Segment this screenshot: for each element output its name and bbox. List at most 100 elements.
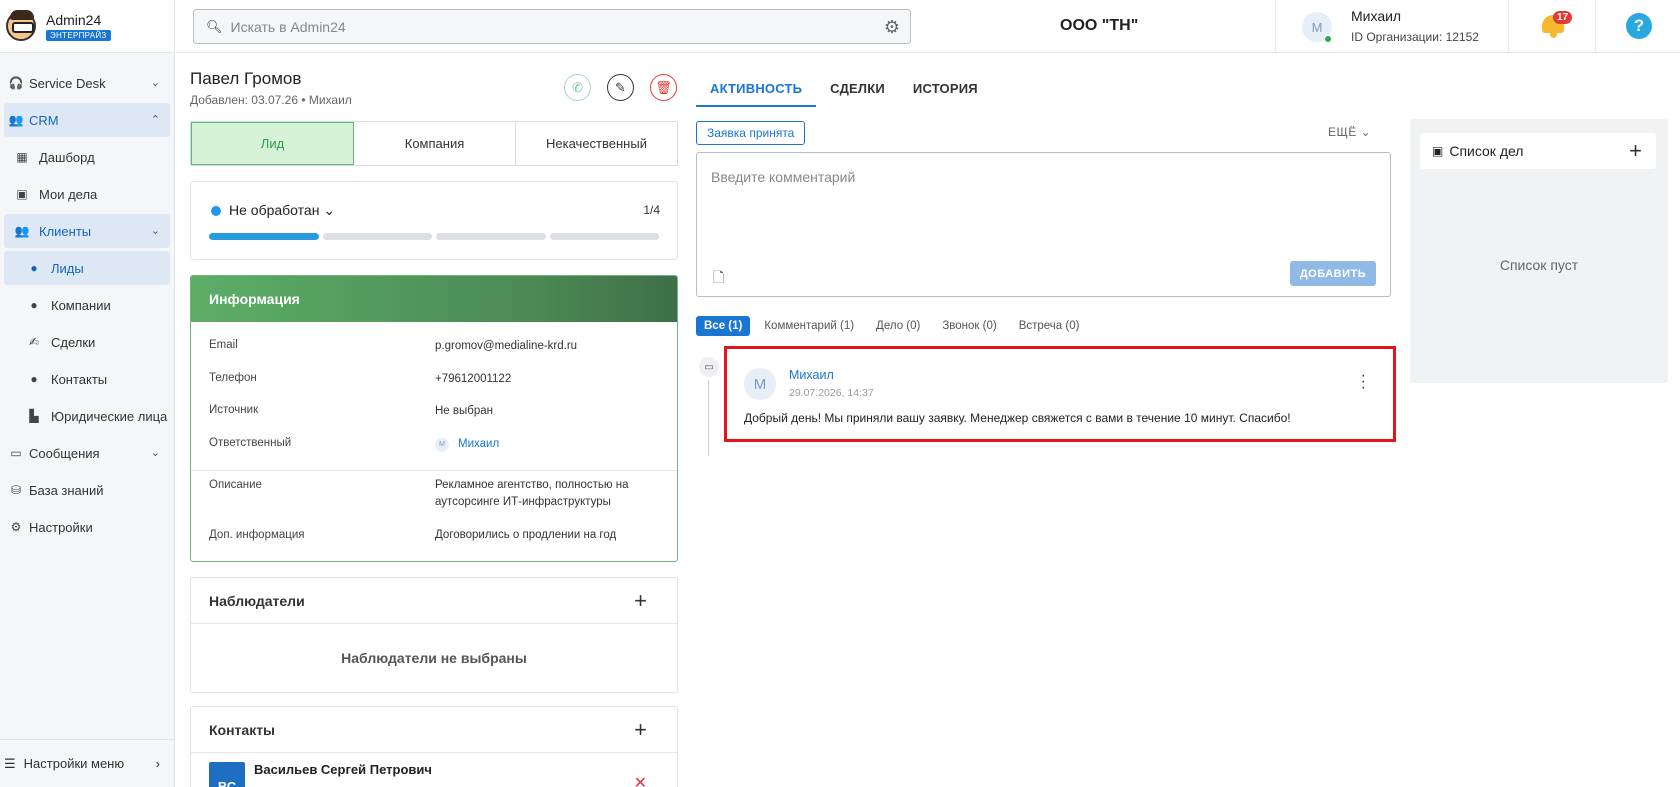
organization-name[interactable]: ООО "ТН" [1060, 17, 1138, 35]
sidebar-item-knowledge-base[interactable]: ⛁ База знаний [4, 473, 170, 507]
more-vertical-icon[interactable]: · · · [1361, 368, 1366, 396]
brand-name: Admin24 [46, 11, 102, 28]
phone-value[interactable]: +79612001122 [435, 371, 665, 388]
status-dropdown[interactable]: Не обработан ⌄ [229, 202, 335, 219]
pencil-icon: ✎ [615, 79, 626, 95]
sidebar-item-label: Мои дела [39, 186, 98, 202]
notifications-button[interactable]: 17 [1508, 0, 1595, 53]
remove-contact-icon[interactable]: ✕ [634, 773, 647, 787]
activity-timestamp: 29.07.2026, 14:37 [789, 387, 874, 399]
search-settings-gear-icon[interactable]: ⚙ [884, 17, 900, 38]
delete-button[interactable]: 🗑︎ [650, 74, 677, 101]
organization-id: ID Организации: 12152 [1351, 30, 1479, 44]
chevron-down-icon: ⌄ [150, 77, 160, 89]
headset-icon: 🎧 [8, 76, 24, 90]
sidebar-item-legal-entities[interactable]: ▙ Юридические лица [4, 399, 170, 433]
chevron-up-icon: ⌃ [150, 114, 160, 126]
sidebar-item-label: Компании [51, 297, 111, 313]
filter-calls[interactable]: Звонок (0) [942, 320, 996, 332]
sidebar-item-companies[interactable]: ● Компании [4, 288, 170, 322]
attach-file-icon[interactable]: 🗋︎ [713, 267, 724, 291]
sidebar-item-my-tasks[interactable]: ▣ Мои дела [4, 177, 170, 211]
add-comment-button[interactable]: ДОБАВИТЬ [1290, 261, 1376, 286]
activity-author[interactable]: Михаил [789, 368, 834, 382]
activity-item[interactable]: М Михаил 29.07.2026, 14:37 Добрый день! … [724, 346, 1396, 442]
quick-template-chip[interactable]: Заявка принята [696, 121, 806, 145]
brand[interactable]: Admin24 ЭНТЕРПРАЙЗ [0, 0, 174, 53]
search-box: 🔍︎ ⚙ [193, 9, 911, 44]
filter-tasks[interactable]: Дело (0) [876, 320, 920, 332]
add-todo-button[interactable]: + [1629, 138, 1642, 164]
comment-icon: ▭ [699, 357, 719, 377]
filter-comments[interactable]: Комментарий (1) [764, 320, 854, 332]
tab-deals[interactable]: СДЕЛКИ [816, 71, 899, 107]
sidebar-item-messages[interactable]: ▭ Сообщения ⌄ [4, 436, 170, 470]
stage-segment [322, 233, 432, 240]
type-option-lead[interactable]: Лид [191, 122, 354, 165]
sidebar-item-label: Юридические лица [51, 408, 168, 424]
source-value[interactable]: Не выбран [435, 403, 665, 420]
sidebar-item-crm[interactable]: 👥 CRM ⌃ [4, 103, 170, 137]
menu-settings-button[interactable]: ☰ Настройки меню › [0, 739, 174, 787]
sidebar-item-clients[interactable]: 👥 Клиенты ⌄ [4, 214, 170, 248]
user-profile[interactable]: М Михаил ID Организации: 12152 [1275, 0, 1508, 53]
status-label: Не обработан [229, 202, 320, 218]
more-dropdown[interactable]: ЕЩЁ ⌄ [1328, 125, 1371, 139]
avatar: ВС [209, 762, 245, 787]
sidebar-item-dashboard[interactable]: ▦ Дашборд [4, 140, 170, 174]
call-button[interactable]: ✆ [564, 74, 591, 101]
sidebar-item-deals[interactable]: ✍ Сделки [4, 325, 170, 359]
sidebar-item-service-desk[interactable]: 🎧 Service Desk ⌄ [4, 66, 170, 100]
mascot-logo-icon [6, 10, 36, 41]
extra-info-value[interactable]: Договорились о продлении на год [435, 527, 665, 544]
owner-value[interactable]: М Михаил [435, 436, 665, 453]
sidebar-item-label: Сделки [51, 334, 96, 350]
sidebar-item-label: Настройки [29, 519, 93, 535]
sidebar-item-label: Дашборд [39, 149, 95, 165]
chevron-down-icon: ⌄ [323, 202, 336, 218]
type-option-unqualified[interactable]: Некачественный [516, 122, 677, 165]
sidebar-item-label: Клиенты [39, 223, 92, 239]
contact-name[interactable]: Васильев Сергей Петрович [254, 762, 432, 777]
sidebar-item-leads[interactable]: ● Лиды [4, 251, 170, 285]
plan-badge: ЭНТЕРПРАЙЗ [46, 29, 111, 41]
gear-icon: ⚙ [10, 520, 22, 534]
edit-button[interactable]: ✎ [607, 74, 634, 101]
sidebar-item-settings[interactable]: ⚙ Настройки [4, 510, 170, 544]
comment-box: 🗋︎ ДОБАВИТЬ [696, 152, 1391, 297]
owner-label: Ответственный [209, 437, 292, 449]
description-value[interactable]: Рекламное агентство, полностью на аутсор… [435, 477, 665, 511]
filter-meetings[interactable]: Встреча (0) [1019, 320, 1080, 332]
list-item[interactable]: ВС Васильев Сергей Петрович ✕ [191, 753, 677, 787]
stage-segment [436, 233, 546, 240]
filter-all[interactable]: Все (1) [696, 316, 751, 336]
dashboard-icon: ▦ [16, 150, 28, 164]
comment-input[interactable] [711, 169, 1371, 249]
tab-activity[interactable]: АКТИВНОСТЬ [696, 71, 817, 107]
add-observer-button[interactable]: + [634, 588, 647, 614]
status-dot-icon [211, 206, 221, 216]
calendar-check-icon: ▣ [16, 187, 28, 201]
divider [191, 470, 677, 471]
sidebar-item-label: Лиды [51, 260, 84, 276]
add-contact-button[interactable]: + [634, 717, 647, 743]
type-option-company[interactable]: Компания [354, 122, 516, 165]
email-value[interactable]: p.gromov@medialine-krd.ru [435, 338, 665, 355]
activity-tabs: АКТИВНОСТЬ СДЕЛКИ ИСТОРИЯ [696, 71, 992, 107]
stage-counter: 1/4 [643, 203, 660, 217]
calendar-check-icon: ▣ [1432, 144, 1444, 158]
help-button[interactable]: ? [1595, 0, 1680, 53]
info-card-title: Информация [191, 276, 677, 322]
search-input[interactable] [230, 18, 861, 35]
users-icon: 👥 [14, 224, 30, 238]
help-icon: ? [1626, 13, 1652, 39]
chat-icon: ▭ [10, 446, 22, 460]
more-label: ЕЩЁ [1328, 125, 1357, 139]
person-icon: ● [30, 261, 38, 275]
tab-history[interactable]: ИСТОРИЯ [899, 71, 992, 107]
todo-empty-text: Список пуст [1499, 257, 1579, 273]
extra-info-label: Доп. информация [209, 529, 305, 541]
observers-title: Наблюдатели [209, 592, 305, 609]
building-icon: ▙ [29, 409, 39, 423]
sidebar-item-contacts[interactable]: ● Контакты [4, 362, 170, 396]
